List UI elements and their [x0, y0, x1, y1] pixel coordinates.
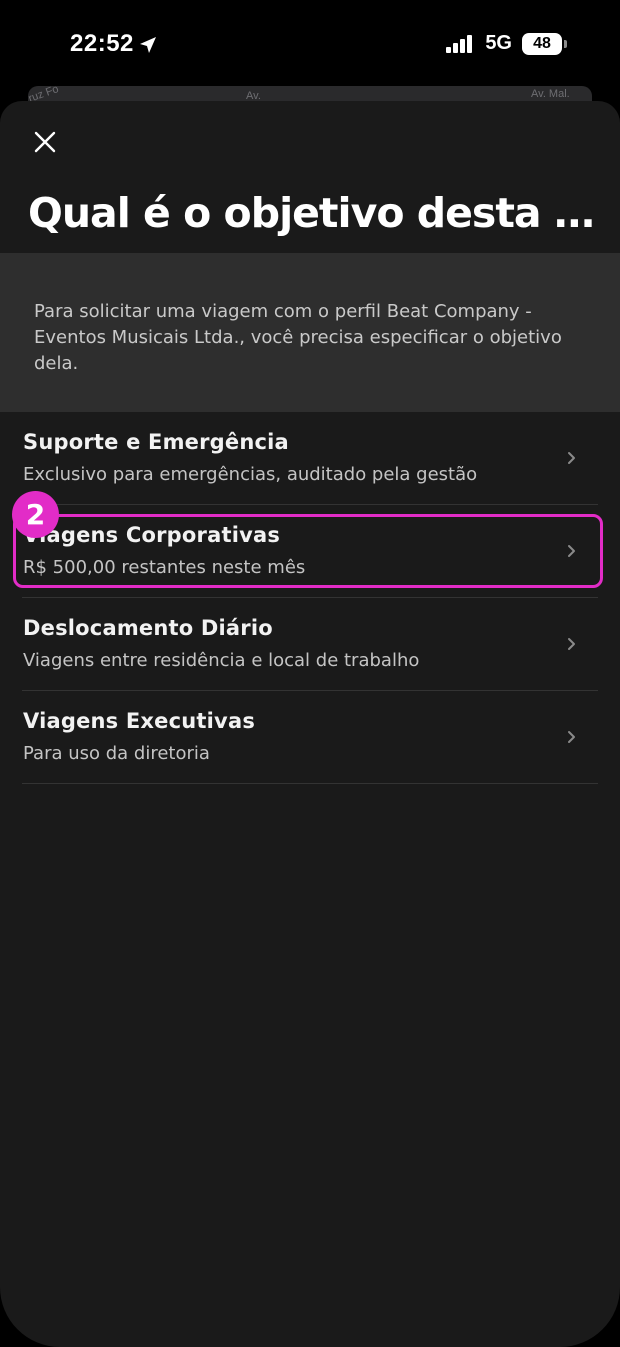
- option-suporte-emergencia[interactable]: Suporte e Emergência Exclusivo para emer…: [0, 412, 620, 505]
- option-subtitle: Exclusivo para emergências, auditado pel…: [23, 464, 478, 485]
- chevron-right-icon: [568, 452, 575, 464]
- chevron-right-icon: [568, 545, 575, 557]
- status-indicators: 5G 48: [445, 32, 567, 55]
- network-type: 5G: [485, 32, 512, 54]
- step-badge: 2: [12, 491, 59, 538]
- option-subtitle: R$ 500,00 restantes neste mês: [23, 557, 306, 578]
- option-subtitle: Viagens entre residência e local de trab…: [23, 650, 420, 671]
- purpose-option-list: Suporte e Emergência Exclusivo para emer…: [0, 412, 620, 784]
- battery-icon: 48: [522, 32, 567, 55]
- divider: [22, 783, 598, 784]
- chevron-right-icon: [568, 731, 575, 743]
- trip-purpose-sheet: Qual é o objetivo desta viag... Para sol…: [0, 101, 620, 1347]
- option-viagens-executivas[interactable]: Viagens Executivas Para uso da diretoria: [0, 691, 620, 784]
- status-time-text: 22:52: [70, 30, 134, 57]
- option-title: Suporte e Emergência: [23, 430, 289, 454]
- status-bar: 22:52 5G 48: [0, 0, 620, 92]
- chevron-right-icon: [568, 638, 575, 650]
- info-text: Para solicitar uma viagem com o perfil B…: [34, 301, 562, 374]
- page-title: Qual é o objetivo desta viag...: [28, 189, 600, 237]
- info-box: Para solicitar uma viagem com o perfil B…: [0, 253, 620, 412]
- close-button[interactable]: [26, 123, 64, 161]
- option-title: Viagens Corporativas: [23, 523, 281, 547]
- option-subtitle: Para uso da diretoria: [23, 743, 210, 764]
- signal-bars-icon: [445, 34, 475, 54]
- map-street-label: Av. Mal.: [531, 88, 570, 100]
- option-deslocamento-diario[interactable]: Deslocamento Diário Viagens entre residê…: [0, 598, 620, 691]
- status-time: 22:52: [70, 30, 158, 58]
- close-icon: [34, 131, 56, 153]
- battery-level: 48: [533, 34, 551, 52]
- option-title: Deslocamento Diário: [23, 616, 273, 640]
- option-title: Viagens Executivas: [23, 709, 256, 733]
- location-arrow-icon: [138, 34, 158, 54]
- option-viagens-corporativas[interactable]: Viagens Corporativas R$ 500,00 restantes…: [0, 505, 620, 598]
